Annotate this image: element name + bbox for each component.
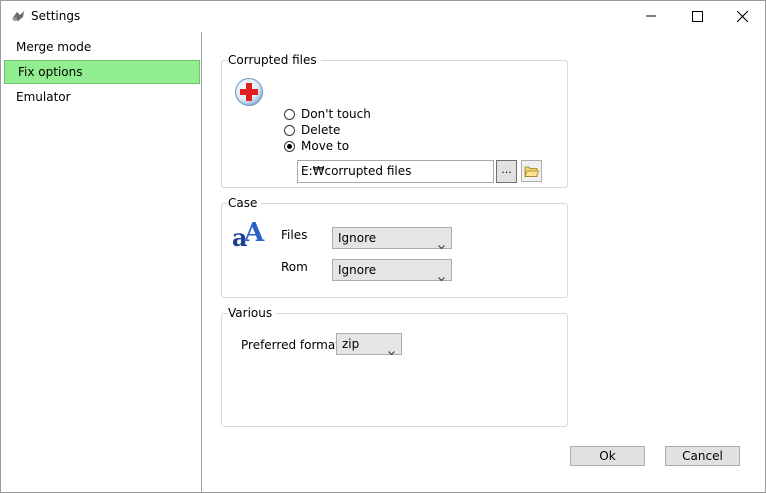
sidebar-item-fix-options[interactable]: Fix options: [4, 60, 200, 84]
preferred-format-label: Preferred format: [241, 338, 340, 352]
sidebar-item-merge-mode[interactable]: Merge mode: [4, 35, 200, 59]
dropdown-value: Ignore: [338, 263, 377, 277]
title-bar[interactable]: Settings: [1, 1, 765, 31]
corrupted-files-group: Corrupted files Don't touch Delete Move …: [221, 53, 568, 188]
close-icon: [736, 10, 748, 22]
radio-label: Delete: [301, 123, 341, 137]
dropdown-value: Ignore: [338, 231, 377, 245]
folder-icon: [524, 166, 539, 177]
case-group: Case a A Files Ignore Rom Ignore: [221, 196, 568, 298]
files-label: Files: [281, 228, 308, 242]
radio-button[interactable]: [284, 108, 295, 120]
sidebar-item-label: Fix options: [18, 65, 83, 79]
ok-button[interactable]: Ok: [570, 446, 645, 466]
various-group: Various Preferred format zip: [221, 306, 568, 427]
dropdown-value: zip: [342, 337, 360, 351]
rom-label: Rom: [281, 260, 308, 274]
radio-button[interactable]: [284, 140, 295, 152]
sidebar-item-label: Merge mode: [16, 40, 92, 54]
various-title: Various: [228, 306, 277, 320]
rom-case-dropdown[interactable]: Ignore: [332, 259, 452, 282]
red-cross-icon: [234, 77, 264, 110]
minimize-icon: [646, 15, 656, 17]
radio-move-to[interactable]: Move to: [284, 139, 349, 153]
window-title: Settings: [31, 9, 81, 23]
browse-button[interactable]: ...: [496, 160, 517, 183]
corrupted-files-title: Corrupted files: [228, 53, 321, 67]
radio-dont-touch[interactable]: Don't touch: [284, 107, 371, 121]
radio-button[interactable]: [284, 124, 295, 136]
letter-case-icon: a A: [231, 216, 265, 253]
svg-text:A: A: [243, 218, 265, 248]
case-title: Case: [228, 196, 262, 210]
cancel-button[interactable]: Cancel: [665, 446, 740, 466]
app-icon: [10, 8, 26, 24]
files-case-dropdown[interactable]: Ignore: [332, 227, 452, 250]
chevron-down-icon: [438, 268, 445, 288]
radio-label: Don't touch: [301, 107, 371, 121]
sidebar-item-emulator[interactable]: Emulator: [4, 85, 200, 109]
open-folder-button[interactable]: [521, 160, 542, 182]
move-to-path-input[interactable]: E:₩corrupted files: [297, 160, 494, 183]
settings-sidebar: Merge mode Fix options Emulator: [2, 32, 202, 492]
sidebar-item-label: Emulator: [16, 90, 71, 104]
close-button[interactable]: [719, 1, 765, 31]
chevron-down-icon: [388, 342, 395, 362]
radio-label: Move to: [301, 139, 350, 153]
minimize-button[interactable]: [628, 1, 674, 31]
maximize-icon: [691, 10, 703, 22]
maximize-button[interactable]: [674, 1, 720, 31]
chevron-down-icon: [438, 236, 445, 256]
preferred-format-dropdown[interactable]: zip: [336, 333, 402, 356]
settings-window: Settings Merge mode Fix options Emulator…: [0, 0, 766, 493]
radio-delete[interactable]: Delete: [284, 123, 340, 137]
